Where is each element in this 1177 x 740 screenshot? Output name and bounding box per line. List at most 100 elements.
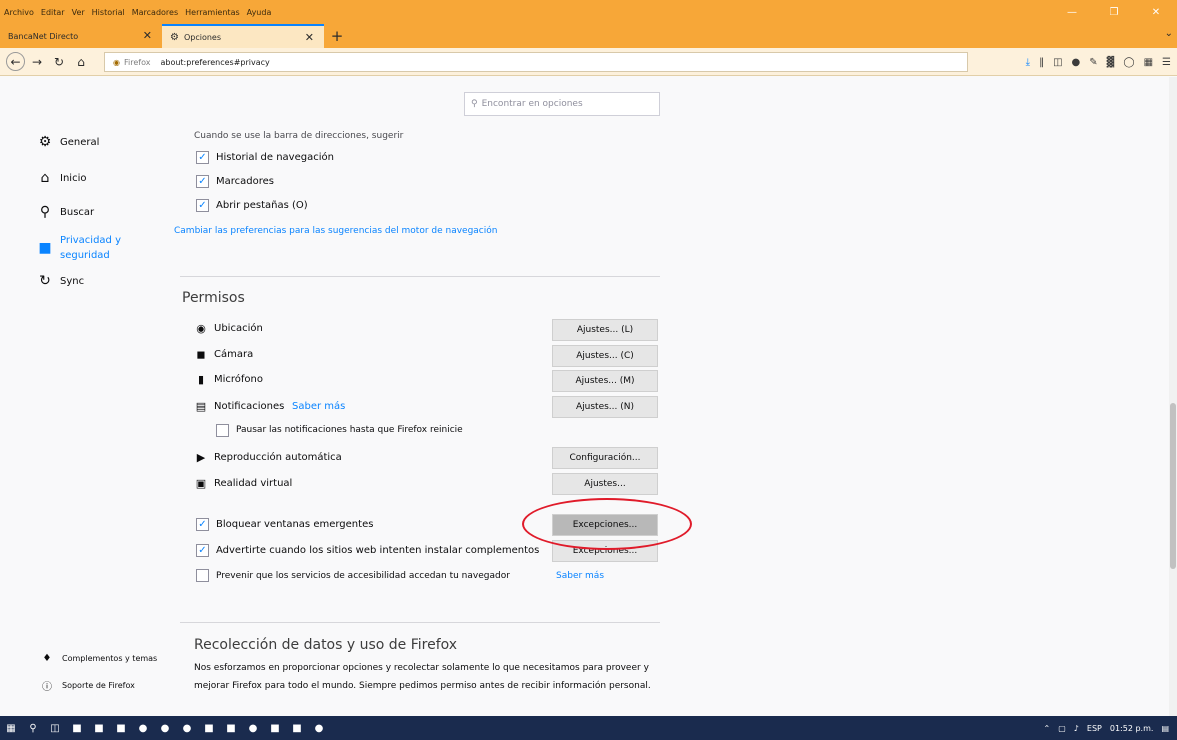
open-tabs-checkbox[interactable]: ✓ bbox=[196, 199, 209, 212]
app-icon[interactable]: ■ bbox=[110, 720, 132, 736]
scrollbar-thumb[interactable] bbox=[1170, 403, 1176, 569]
menu-icon[interactable]: ☰ bbox=[1162, 57, 1171, 68]
tab-label: Opciones bbox=[183, 32, 222, 42]
app-icon[interactable]: ● bbox=[176, 720, 198, 736]
highlight-annotation bbox=[522, 498, 692, 550]
close-tab-icon[interactable]: ✕ bbox=[305, 31, 314, 44]
forward-icon[interactable]: → bbox=[27, 52, 47, 72]
menu-archivo[interactable]: Archivo bbox=[4, 8, 34, 17]
app-icon[interactable]: ■ bbox=[264, 720, 286, 736]
menu-editar[interactable]: Editar bbox=[41, 8, 65, 17]
sidebar-item-label: Privacidad y seguridad bbox=[60, 235, 121, 261]
sidebar-item-sync[interactable]: ↻ Sync bbox=[36, 273, 84, 289]
pause-notifications-checkbox[interactable] bbox=[216, 424, 229, 437]
sidebar-item-buscar[interactable]: ⚲ Buscar bbox=[36, 204, 94, 220]
system-tray: ⌃ ▢ ♪ ESP 01:52 p.m. ▤ bbox=[1044, 716, 1169, 740]
privacy-settings-panel: Cuando se use la barra de direcciones, s… bbox=[174, 77, 660, 716]
chevron-up-icon[interactable]: ⌃ bbox=[1044, 724, 1051, 733]
app-icon[interactable]: ● bbox=[154, 720, 176, 736]
back-icon[interactable]: ← bbox=[6, 52, 25, 71]
language-indicator[interactable]: ESP bbox=[1087, 724, 1102, 733]
task-view-icon[interactable]: ◫ bbox=[44, 720, 66, 736]
url-text[interactable]: about:preferences#privacy bbox=[160, 58, 269, 67]
location-icon: ◉ bbox=[196, 322, 206, 335]
data-collection-heading: Recolección de datos y uso de Firefox bbox=[194, 637, 458, 653]
microphone-settings-button[interactable]: Ajustes... (M) bbox=[552, 370, 658, 392]
sidebar-item-general[interactable]: ⚙ General bbox=[36, 134, 100, 150]
extension-icon[interactable]: ▓ bbox=[1107, 57, 1115, 68]
home-icon[interactable]: ⌂ bbox=[71, 52, 91, 72]
vr-icon: ▣ bbox=[195, 477, 207, 490]
close-window-icon[interactable]: ✕ bbox=[1135, 0, 1177, 24]
block-popups-checkbox[interactable]: ✓ bbox=[196, 518, 209, 531]
bookmarks-checkbox[interactable]: ✓ bbox=[196, 175, 209, 188]
restore-icon[interactable]: ❐ bbox=[1093, 0, 1135, 24]
search-suggestions-link[interactable]: Cambiar las preferencias para las sugere… bbox=[174, 226, 497, 236]
tab-label: BancaNet Directo bbox=[8, 31, 79, 41]
library-icon[interactable]: ‖ bbox=[1039, 57, 1044, 68]
vertical-scrollbar[interactable] bbox=[1169, 77, 1177, 716]
sidebar-footer-addons[interactable]: ♦ Complementos y temas bbox=[40, 653, 158, 664]
preferences-page: ⚲ Encontrar en opciones ⚙ General ⌂ Inic… bbox=[0, 77, 1177, 716]
sidebar-footer-label: Complementos y temas bbox=[62, 654, 158, 663]
location-settings-button[interactable]: Ajustes... (L) bbox=[552, 319, 658, 341]
autoplay-settings-button[interactable]: Configuración... bbox=[552, 447, 658, 469]
app-icon[interactable]: ● bbox=[132, 720, 154, 736]
menu-herramientas[interactable]: Herramientas bbox=[185, 8, 240, 17]
app-icon[interactable]: ■ bbox=[286, 720, 308, 736]
warn-addons-label: Advertirte cuando los sitios web intente… bbox=[216, 545, 540, 556]
data-collection-description: Nos esforzamos en proporcionar opciones … bbox=[194, 663, 651, 691]
vr-settings-button[interactable]: Ajustes... bbox=[552, 473, 658, 495]
app-icon[interactable]: ■ bbox=[220, 720, 242, 736]
menu-ver[interactable]: Ver bbox=[72, 8, 85, 17]
url-bar[interactable]: ◉ Firefox about:preferences#privacy bbox=[104, 52, 968, 72]
tab-opciones[interactable]: ⚙ Opciones ✕ bbox=[162, 24, 324, 48]
network-icon[interactable]: ▢ bbox=[1058, 724, 1066, 733]
warn-addons-checkbox[interactable]: ✓ bbox=[196, 544, 209, 557]
app-icon[interactable]: ■ bbox=[88, 720, 110, 736]
app-icon[interactable]: ● bbox=[242, 720, 264, 736]
notifications-label: Notificaciones bbox=[214, 401, 285, 412]
tab-bancanet[interactable]: BancaNet Directo ✕ bbox=[0, 24, 162, 48]
accessibility-learn-more-link[interactable]: Saber más bbox=[556, 571, 604, 581]
history-label: Historial de navegación bbox=[216, 152, 334, 163]
navigation-bar: ← → ↻ ⌂ ◉ Firefox about:preferences#priv… bbox=[0, 48, 1177, 76]
gear-icon: ⚙ bbox=[170, 31, 179, 43]
windows-start-icon[interactable]: ▦ bbox=[0, 720, 22, 736]
app-icon[interactable]: ● bbox=[308, 720, 330, 736]
menu-historial[interactable]: Historial bbox=[92, 8, 125, 17]
account-icon[interactable]: ● bbox=[1072, 57, 1081, 68]
app-icon[interactable]: ■ bbox=[198, 720, 220, 736]
accessibility-checkbox[interactable] bbox=[196, 569, 209, 582]
volume-icon[interactable]: ♪ bbox=[1074, 724, 1079, 733]
sidebar-item-inicio[interactable]: ⌂ Inicio bbox=[36, 170, 87, 186]
new-tab-icon[interactable]: + bbox=[324, 24, 350, 48]
autoplay-label: Reproducción automática bbox=[214, 452, 342, 463]
notification-center-icon[interactable]: ▤ bbox=[1161, 724, 1169, 733]
addon-icon[interactable]: ▦ bbox=[1144, 57, 1153, 68]
sidebar-icon[interactable]: ◫ bbox=[1053, 57, 1062, 68]
menu-marcadores[interactable]: Marcadores bbox=[132, 8, 178, 17]
notification-icon: ▤ bbox=[195, 400, 207, 413]
sidebar-footer-support[interactable]: ⓘ Soporte de Firefox bbox=[40, 678, 135, 693]
download-icon[interactable]: ⤓ bbox=[1026, 57, 1030, 68]
search-icon[interactable]: ⚲ bbox=[22, 720, 44, 736]
notifications-settings-button[interactable]: Ajustes... (N) bbox=[552, 396, 658, 418]
microphone-label: Micrófono bbox=[214, 374, 264, 385]
menu-ayuda[interactable]: Ayuda bbox=[247, 8, 272, 17]
sidebar-item-privacy[interactable]: ■ Privacidad y seguridad bbox=[36, 233, 140, 263]
chevron-down-icon[interactable]: ⌄ bbox=[1165, 28, 1173, 39]
notifications-learn-more-link[interactable]: Saber más bbox=[292, 401, 345, 412]
addon-icon[interactable]: ◯ bbox=[1123, 57, 1134, 68]
app-icon[interactable]: ■ bbox=[66, 720, 88, 736]
block-popups-label: Bloquear ventanas emergentes bbox=[216, 519, 374, 530]
minimize-icon[interactable]: — bbox=[1051, 0, 1093, 24]
location-label: Ubicación bbox=[214, 323, 263, 334]
lock-icon: ■ bbox=[38, 240, 52, 256]
camera-settings-button[interactable]: Ajustes... (C) bbox=[552, 345, 658, 367]
history-checkbox[interactable]: ✓ bbox=[196, 151, 209, 164]
close-tab-icon[interactable]: ✕ bbox=[143, 29, 152, 42]
pen-icon[interactable]: ✎ bbox=[1089, 57, 1097, 68]
clock[interactable]: 01:52 p.m. bbox=[1110, 724, 1154, 733]
reload-icon[interactable]: ↻ bbox=[49, 52, 69, 72]
